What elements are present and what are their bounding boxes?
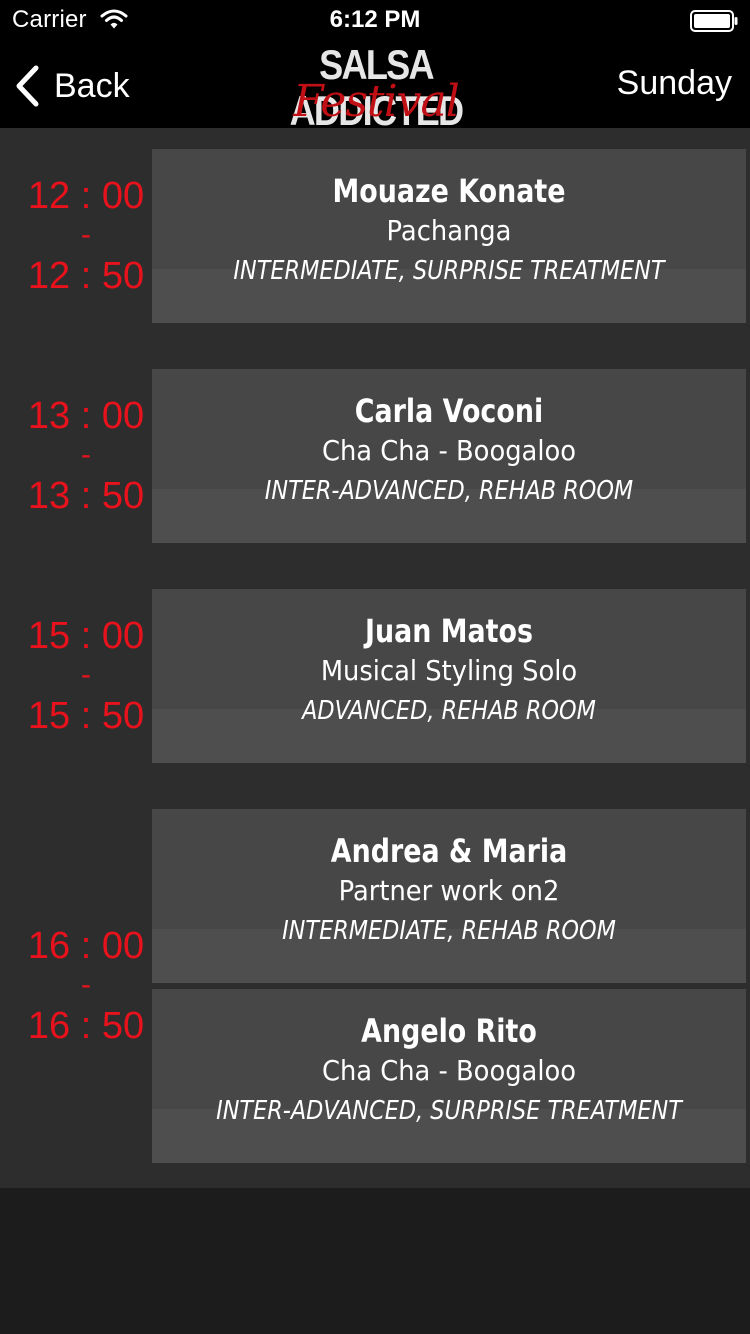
teacher-name: Mouaze Konate: [332, 172, 566, 210]
teacher-name: Juan Matos: [365, 612, 533, 650]
start-time: 12 : 00: [27, 175, 145, 217]
logo-script: Festival: [293, 76, 460, 127]
schedule-list: 12 : 00 - 12 : 50 Mouaze Konate Pachanga…: [0, 128, 750, 1188]
teacher-name: Andrea & Maria: [330, 832, 568, 870]
class-name: Cha Cha - Boogaloo: [321, 434, 577, 467]
start-time: 15 : 00: [27, 615, 145, 657]
status-bar: Carrier 6:12 PM: [0, 0, 750, 40]
class-name: Pachanga: [386, 214, 512, 247]
start-time: 13 : 00: [27, 395, 145, 437]
teacher-name: Angelo Rito: [361, 1012, 537, 1050]
day-title: Sunday: [616, 64, 732, 102]
class-level-room: INTER-ADVANCED, SURPRISE TREATMENT: [216, 1096, 682, 1126]
session-card[interactable]: Carla Voconi Cha Cha - Boogaloo INTER-AD…: [152, 369, 746, 543]
header: Carrier 6:12 PM Back SALSA ADDICTED Fest…: [0, 0, 750, 134]
end-time: 13 : 50: [27, 475, 145, 517]
class-level-room: INTERMEDIATE, SURPRISE TREATMENT: [233, 256, 665, 286]
schedule-screen: Carrier 6:12 PM Back SALSA ADDICTED Fest…: [0, 0, 750, 1334]
session-card[interactable]: Angelo Rito Cha Cha - Boogaloo INTER-ADV…: [152, 989, 746, 1163]
class-level-room: INTER-ADVANCED, REHAB ROOM: [264, 476, 634, 506]
time-separator: -: [81, 968, 91, 1001]
class-level-room: INTERMEDIATE, REHAB ROOM: [282, 916, 616, 946]
class-level-room: ADVANCED, REHAB ROOM: [302, 696, 596, 726]
session-card[interactable]: Mouaze Konate Pachanga INTERMEDIATE, SUR…: [152, 149, 746, 323]
back-button[interactable]: Back: [14, 58, 174, 114]
status-time: 6:12 PM: [329, 6, 421, 33]
class-name: Musical Styling Solo: [320, 654, 578, 687]
chevron-left-icon: [16, 65, 39, 107]
session-card[interactable]: Juan Matos Musical Styling Solo ADVANCED…: [152, 589, 746, 763]
class-name: Cha Cha - Boogaloo: [321, 1054, 577, 1087]
class-name: Partner work on2: [338, 874, 560, 907]
time-separator: -: [81, 658, 91, 691]
end-time: 15 : 50: [27, 695, 145, 737]
time-separator: -: [81, 218, 91, 251]
start-time: 16 : 00: [27, 925, 145, 967]
back-label: Back: [54, 66, 130, 105]
teacher-name: Carla Voconi: [354, 392, 544, 430]
end-time: 12 : 50: [27, 255, 145, 297]
session-card[interactable]: Andrea & Maria Partner work on2 INTERMED…: [152, 809, 746, 983]
battery-icon: [690, 10, 738, 32]
festival-logo: SALSA ADDICTED Festival: [242, 40, 510, 134]
time-separator: -: [81, 438, 91, 471]
end-time: 16 : 50: [27, 1005, 145, 1047]
